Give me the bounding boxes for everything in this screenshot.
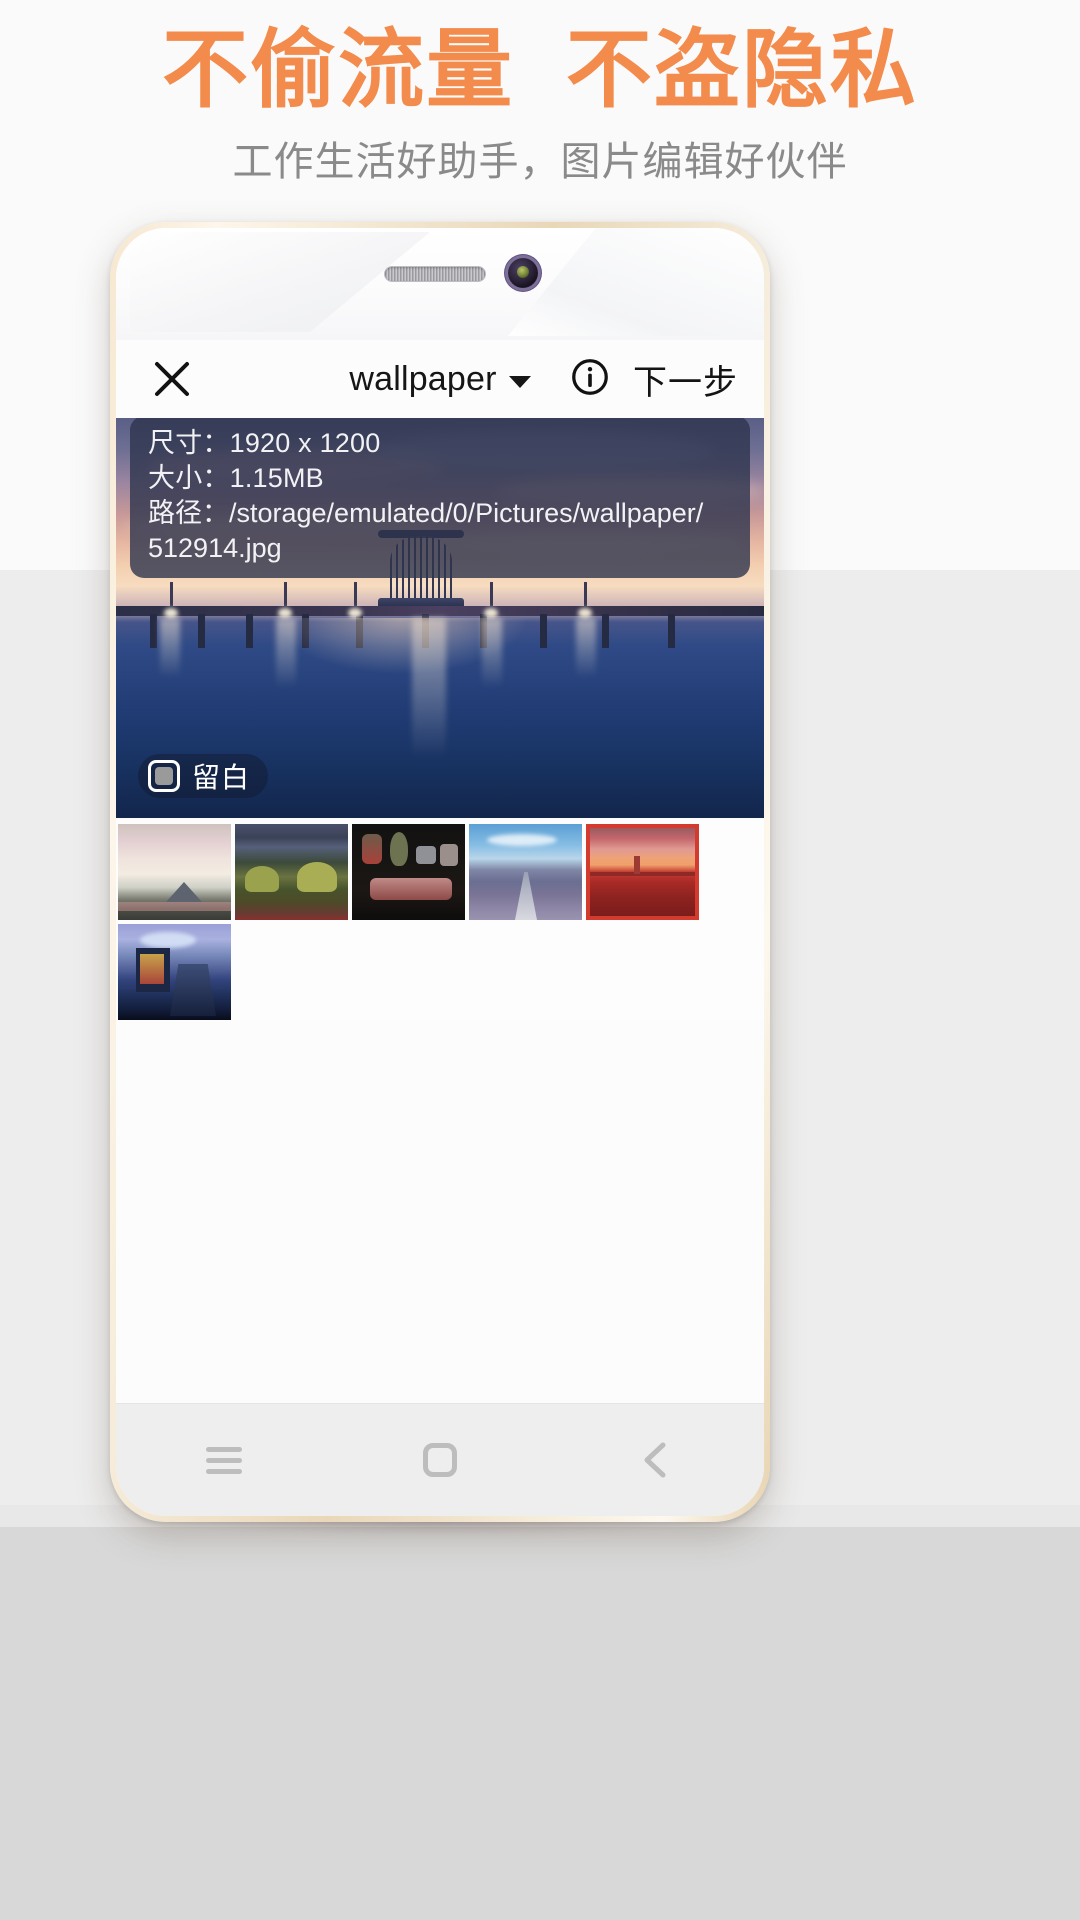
- blank-space-toggle[interactable]: 留白: [138, 754, 269, 798]
- lamp-glow: [578, 608, 592, 618]
- app-screen: wallpaper 下一步 尺寸：1920 x 1200 大小：1.15MB 路…: [116, 340, 764, 1404]
- checkbox-fill: [155, 767, 173, 785]
- thumb-steak: [370, 878, 452, 900]
- thumb-jar: [362, 834, 382, 864]
- thumbnail-item[interactable]: [235, 824, 348, 920]
- thumbnail-item[interactable]: [352, 824, 465, 920]
- app-toolbar: wallpaper 下一步: [116, 340, 764, 418]
- thumb-water: [118, 902, 231, 911]
- thumb-pier: [590, 872, 695, 876]
- pier-lamp: [584, 582, 587, 606]
- lamp-glow: [348, 608, 362, 618]
- info-circle-icon: [572, 358, 608, 395]
- thumbnail-item[interactable]: [469, 824, 582, 920]
- nav-back-button[interactable]: [621, 1425, 691, 1495]
- bezel-highlight-right: [508, 228, 764, 336]
- thumb-pear: [390, 832, 408, 866]
- bezel-highlight-left: [130, 232, 430, 332]
- thumbnail-item[interactable]: [118, 824, 231, 920]
- photo-preview[interactable]: 尺寸：1920 x 1200 大小：1.15MB 路径：/storage/emu…: [116, 418, 764, 818]
- lamp-glow: [278, 608, 292, 618]
- info-button[interactable]: [569, 356, 611, 403]
- close-button[interactable]: [150, 357, 194, 401]
- image-path-line-2: 512914.jpg: [148, 533, 282, 564]
- promo-subtitle: 工作生活好助手，图片编辑好伙伴: [232, 140, 848, 184]
- back-chevron-icon: [644, 1442, 666, 1478]
- thumbnail-item[interactable]: [118, 924, 231, 1020]
- android-navbar: [116, 1403, 764, 1516]
- image-dimensions-line: 尺寸：1920 x 1200: [148, 428, 381, 458]
- lamp-glow: [484, 608, 498, 618]
- lamp-glow: [164, 608, 178, 618]
- pier-lamp: [170, 582, 173, 606]
- image-info-panel: 尺寸：1920 x 1200 大小：1.15MB 路径：/storage/emu…: [130, 418, 750, 579]
- pier-deck: [116, 606, 764, 616]
- chevron-down-icon: [508, 376, 531, 388]
- speaker-grille-icon: [384, 266, 486, 282]
- home-square-icon: [423, 1443, 457, 1477]
- phone-top-bezel: [116, 228, 764, 340]
- toolbar-right-group: 下一步: [569, 340, 738, 418]
- pier-lamp: [490, 582, 493, 606]
- folder-title-label: wallpaper: [349, 359, 497, 398]
- thumb-tower: [634, 856, 640, 874]
- thumb-boathouse-door: [140, 954, 164, 984]
- thumb-cloud: [487, 834, 557, 846]
- image-size-line: 大小：1.15MB: [148, 463, 324, 494]
- pier-lamp: [284, 582, 287, 606]
- checkbox-icon: [148, 760, 180, 792]
- thumb-cloud: [140, 932, 196, 948]
- thumb-mountain: [166, 882, 202, 902]
- image-path-line-1: 路径：/storage/emulated/0/Pictures/wallpape…: [148, 498, 704, 529]
- pier-lamp: [354, 582, 357, 606]
- thumb-shaker: [440, 844, 458, 866]
- phone-screen-area: wallpaper 下一步 尺寸：1920 x 1200 大小：1.15MB 路…: [116, 228, 764, 1516]
- thumbnail-item-selected[interactable]: [586, 824, 699, 920]
- nav-home-button[interactable]: [405, 1425, 475, 1495]
- promo-headline: 不偷流量 不盗隐私: [162, 22, 918, 118]
- nav-menu-button[interactable]: [189, 1425, 259, 1495]
- blank-space-label: 留白: [192, 762, 251, 793]
- thumb-tree: [245, 866, 279, 892]
- next-step-button[interactable]: 下一步: [633, 355, 738, 404]
- thumbnail-grid: [116, 818, 764, 1020]
- thumb-pot: [416, 846, 436, 864]
- close-icon: [155, 362, 189, 396]
- phone-mockup: wallpaper 下一步 尺寸：1920 x 1200 大小：1.15MB 路…: [110, 222, 770, 1522]
- menu-icon: [206, 1441, 242, 1480]
- front-camera-icon: [508, 258, 538, 288]
- background-band-bottom: [0, 1505, 1080, 1920]
- thumb-tree: [297, 862, 337, 892]
